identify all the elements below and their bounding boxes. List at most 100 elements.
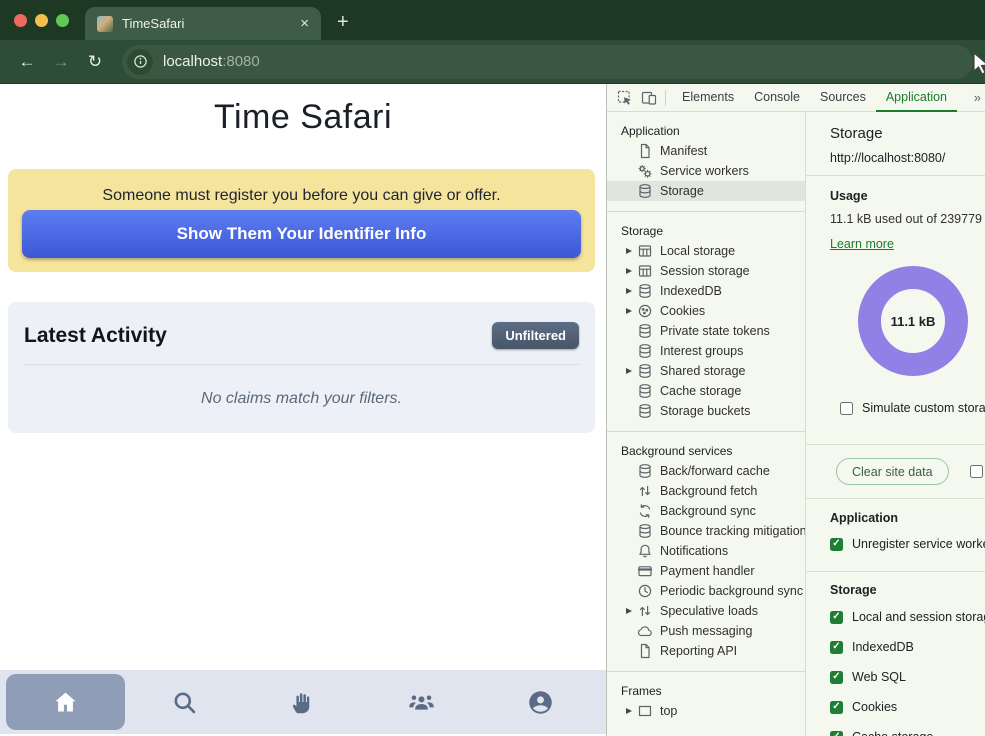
tree-item-cache-storage[interactable]: Cache storage — [607, 381, 805, 401]
updown-icon — [637, 603, 653, 619]
back-button[interactable]: ← — [12, 47, 42, 77]
devtools-sidebar: ApplicationManifestService workersStorag… — [607, 112, 806, 736]
people-icon — [408, 689, 435, 716]
expander-icon[interactable] — [625, 366, 635, 376]
show-identifier-info-button[interactable]: Show Them Your Identifier Info — [22, 210, 581, 258]
checkbox-web-sql[interactable]: ✓ — [830, 671, 843, 684]
url-port: :8080 — [222, 53, 260, 70]
more-tabs-icon[interactable]: » — [974, 90, 985, 105]
activity-divider — [24, 364, 579, 365]
file-icon — [637, 143, 653, 159]
expander-spacer — [625, 546, 635, 556]
tree-item-interest-groups[interactable]: Interest groups — [607, 341, 805, 361]
site-info-icon[interactable] — [127, 49, 153, 75]
tab-close-icon[interactable]: × — [298, 15, 311, 32]
tree-item-back-forward-cache[interactable]: Back/forward cache — [607, 461, 805, 481]
mouse-cursor — [972, 52, 985, 76]
devtools-tab-application[interactable]: Application — [876, 84, 957, 112]
checkbox-cookies[interactable]: ✓ — [830, 701, 843, 714]
expander-icon[interactable] — [625, 246, 635, 256]
tree-item-bounce-tracking-mitigation[interactable]: Bounce tracking mitigation — [607, 521, 805, 541]
browser-tab[interactable]: TimeSafari × — [85, 7, 321, 40]
tree-item-label: Cache storage — [660, 384, 741, 398]
forward-button[interactable]: → — [46, 47, 76, 77]
devtools-tabs: ElementsConsoleSourcesApplication — [672, 84, 957, 112]
tree-item-private-state-tokens[interactable]: Private state tokens — [607, 321, 805, 341]
tree-item-label: Background sync — [660, 504, 756, 518]
minimize-window-button[interactable] — [35, 14, 48, 27]
expander-icon[interactable] — [625, 706, 635, 716]
tree-item-notifications[interactable]: Notifications — [607, 541, 805, 561]
devtools-tab-console[interactable]: Console — [744, 84, 810, 112]
nav-home-button[interactable] — [6, 674, 125, 730]
nav-projects-button[interactable] — [244, 674, 363, 730]
learn-more-link[interactable]: Learn more — [830, 237, 894, 251]
tree-item-storage-buckets[interactable]: Storage buckets — [607, 401, 805, 421]
bell-icon — [637, 543, 653, 559]
expander-icon[interactable] — [625, 306, 635, 316]
latest-activity-heading: Latest Activity — [24, 324, 167, 348]
devtools-tab-elements[interactable]: Elements — [672, 84, 744, 112]
expander-icon[interactable] — [625, 606, 635, 616]
tree-item-label: Back/forward cache — [660, 464, 770, 478]
tree-item-label: Bounce tracking mitigation — [660, 524, 806, 538]
tree-item-background-sync[interactable]: Background sync — [607, 501, 805, 521]
storage-section-heading: Storage — [830, 583, 985, 597]
tree-item-service-workers[interactable]: Service workers — [607, 161, 805, 181]
checkbox-cache-storage[interactable]: ✓ — [830, 731, 843, 736]
tree-item-speculative-loads[interactable]: Speculative loads — [607, 601, 805, 621]
tree-item-label: Shared storage — [660, 364, 745, 378]
tree-item-storage[interactable]: Storage — [607, 181, 805, 201]
tree-item-indexeddb[interactable]: IndexedDB — [607, 281, 805, 301]
tree-item-label: Payment handler — [660, 564, 755, 578]
sidebar-section-title: Frames — [607, 681, 805, 701]
tree-item-periodic-background-sync[interactable]: Periodic background sync — [607, 581, 805, 601]
database-icon — [637, 523, 653, 539]
checkbox-label: Cookies — [852, 700, 897, 714]
tab-title: TimeSafari — [122, 16, 298, 31]
nav-search-button[interactable] — [125, 674, 244, 730]
checkbox-label: Cache storage — [852, 730, 933, 736]
registration-alert: Someone must register you before you can… — [8, 169, 595, 272]
checkbox-label: IndexedDB — [852, 640, 914, 654]
tree-item-shared-storage[interactable]: Shared storage — [607, 361, 805, 381]
nav-profile-button[interactable] — [481, 674, 600, 730]
tree-item-label: Private state tokens — [660, 324, 770, 338]
tree-item-manifest[interactable]: Manifest — [607, 141, 805, 161]
checkbox-local-and-session-storage[interactable]: ✓ — [830, 611, 843, 624]
tree-item-cookies[interactable]: Cookies — [607, 301, 805, 321]
expander-spacer — [625, 566, 635, 576]
database-icon — [637, 283, 653, 299]
device-toolbar-icon[interactable] — [637, 86, 661, 110]
page-title: Time Safari — [0, 98, 606, 137]
expander-spacer — [625, 526, 635, 536]
tree-item-payment-handler[interactable]: Payment handler — [607, 561, 805, 581]
checkbox-unregister-service-workers[interactable]: ✓ — [830, 538, 843, 551]
tree-item-push-messaging[interactable]: Push messaging — [607, 621, 805, 641]
devtools-tab-sources[interactable]: Sources — [810, 84, 876, 112]
address-input[interactable]: localhost:8080 — [122, 45, 973, 79]
expander-icon[interactable] — [625, 286, 635, 296]
expander-icon[interactable] — [625, 266, 635, 276]
tree-item-top[interactable]: top — [607, 701, 805, 721]
sidebar-section-title: Background services — [607, 441, 805, 461]
checkbox-indexeddb[interactable]: ✓ — [830, 641, 843, 654]
tree-item-local-storage[interactable]: Local storage — [607, 241, 805, 261]
inspect-element-icon[interactable] — [613, 86, 637, 110]
checkbox-simulate-custom-storage-quota[interactable] — [840, 402, 853, 415]
close-window-button[interactable] — [14, 14, 27, 27]
clear-site-data-button[interactable]: Clear site data — [836, 458, 949, 485]
new-tab-button[interactable]: + — [337, 11, 349, 40]
zoom-window-button[interactable] — [56, 14, 69, 27]
tree-item-reporting-api[interactable]: Reporting API — [607, 641, 805, 661]
unfiltered-button[interactable]: Unfiltered — [492, 322, 579, 349]
database-icon — [637, 323, 653, 339]
page-content: Time Safari Someone must register you be… — [0, 84, 606, 736]
nav-contacts-button[interactable] — [362, 674, 481, 730]
tree-item-label: Cookies — [660, 304, 705, 318]
tree-item-session-storage[interactable]: Session storage — [607, 261, 805, 281]
tree-item-background-fetch[interactable]: Background fetch — [607, 481, 805, 501]
checkbox-including-third-party-cookies[interactable] — [970, 465, 983, 478]
expander-spacer — [625, 646, 635, 656]
reload-button[interactable]: ↻ — [80, 47, 110, 77]
